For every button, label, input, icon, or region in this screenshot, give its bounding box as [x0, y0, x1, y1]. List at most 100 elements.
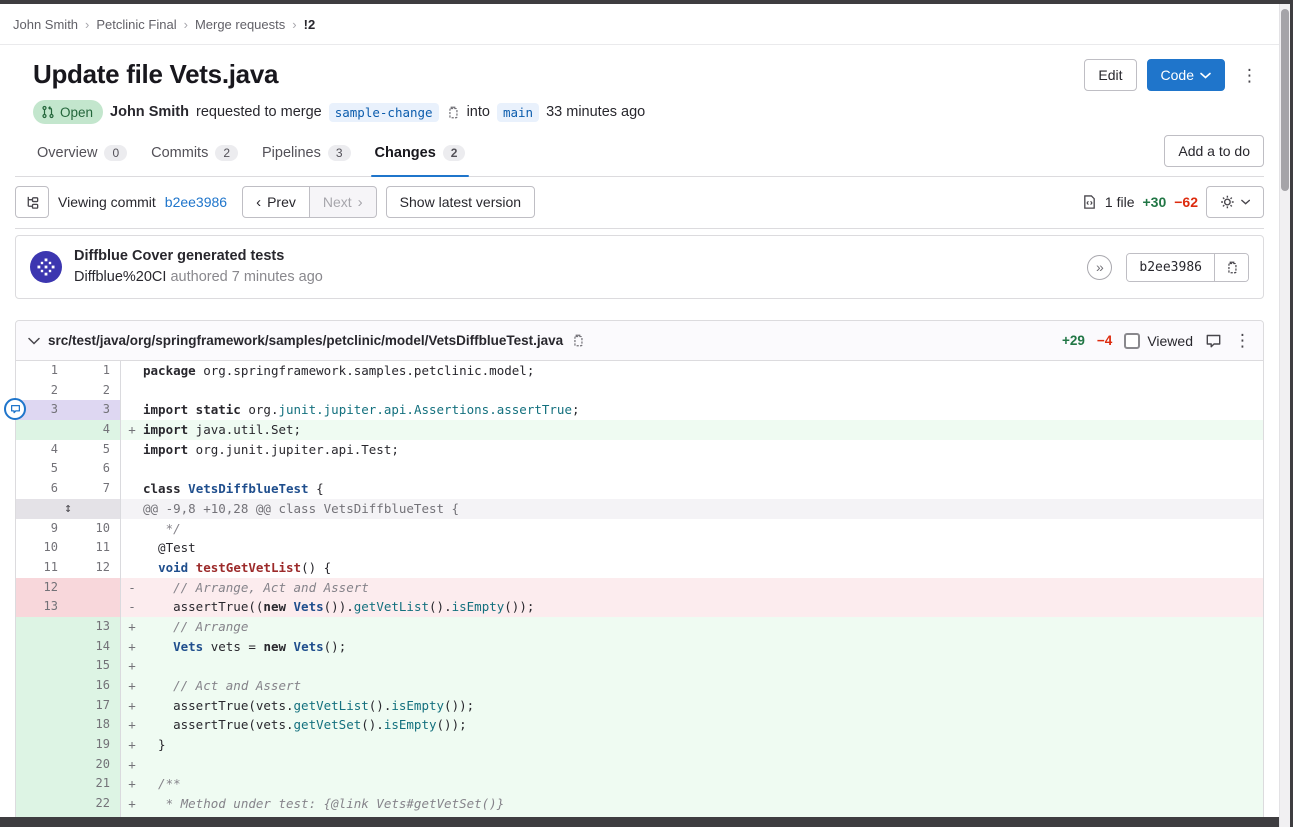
breadcrumb-item-project[interactable]: Petclinic Final: [96, 17, 176, 32]
old-line-number[interactable]: [16, 617, 68, 637]
expand-lines-button[interactable]: ↕: [16, 499, 120, 519]
old-line-number[interactable]: 12: [16, 578, 68, 598]
code-token: isEmpty: [452, 599, 505, 614]
old-line-number[interactable]: [16, 794, 68, 814]
old-line-number[interactable]: [16, 696, 68, 716]
code-token: ());: [504, 599, 534, 614]
old-line-number[interactable]: 2: [16, 381, 68, 401]
tab-count-badge: 0: [104, 145, 127, 161]
old-line-number[interactable]: [16, 735, 68, 755]
code-token: @Test: [143, 540, 196, 555]
old-line-number[interactable]: 5: [16, 459, 68, 479]
more-actions-button[interactable]: ⋮: [1235, 59, 1264, 91]
old-line-number[interactable]: [16, 676, 68, 696]
commit-title[interactable]: Diffblue Cover generated tests: [74, 246, 323, 267]
new-line-number[interactable]: 18: [68, 715, 120, 735]
expand-commit-button[interactable]: »: [1087, 255, 1112, 280]
new-line-number[interactable]: 5: [68, 440, 120, 460]
new-line-number[interactable]: 20: [68, 755, 120, 775]
source-branch-chip[interactable]: sample-change: [329, 103, 439, 122]
diff-match-text: @@ -9,8 +10,28 @@ class VetsDiffblueTest…: [120, 499, 1263, 519]
old-line-number[interactable]: [16, 755, 68, 775]
new-line-number[interactable]: 10: [68, 519, 120, 539]
tab-pipelines[interactable]: Pipelines 3: [250, 132, 363, 176]
breadcrumb-item-merge-requests[interactable]: Merge requests: [195, 17, 285, 32]
scrollbar-thumb[interactable]: [1281, 9, 1289, 191]
old-line-number[interactable]: 13: [16, 597, 68, 617]
commit-authored-text: authored 7 minutes ago: [170, 269, 322, 285]
new-line-number[interactable]: 14: [68, 637, 120, 657]
tab-overview[interactable]: Overview 0: [25, 132, 139, 176]
file-tree-toggle-button[interactable]: [15, 186, 49, 218]
diff-code-line: +: [120, 755, 1263, 775]
old-line-number[interactable]: [16, 420, 68, 440]
code-text: // Act and Assert: [143, 676, 301, 696]
new-line-number[interactable]: 12: [68, 558, 120, 578]
into-text: into: [467, 104, 490, 120]
new-line-number[interactable]: 7: [68, 479, 120, 499]
file-options-button[interactable]: ⋮: [1234, 332, 1251, 349]
new-line-number[interactable]: 4: [68, 420, 120, 440]
old-line-number[interactable]: 10: [16, 538, 68, 558]
commit-author[interactable]: Diffblue%20CI: [74, 269, 166, 285]
new-line-number[interactable]: 17: [68, 696, 120, 716]
breadcrumb-item-mr-id[interactable]: !2: [304, 17, 316, 32]
old-line-number[interactable]: [16, 715, 68, 735]
commit-sha-link[interactable]: b2ee3986: [165, 194, 227, 210]
old-line-number[interactable]: 4: [16, 440, 68, 460]
old-line-number[interactable]: 1: [16, 361, 68, 381]
diff-marker: [121, 558, 143, 578]
avatar[interactable]: [30, 251, 62, 283]
copy-branch-button[interactable]: [446, 105, 460, 120]
target-branch-chip[interactable]: main: [497, 103, 539, 122]
scrollbar-track[interactable]: [1279, 4, 1290, 827]
new-line-number[interactable]: 16: [68, 676, 120, 696]
diff-settings-button[interactable]: [1206, 186, 1264, 218]
code-button[interactable]: Code: [1147, 59, 1225, 91]
add-todo-button[interactable]: Add a to do: [1164, 135, 1264, 167]
comment-icon[interactable]: [1205, 333, 1222, 349]
old-line-number[interactable]: 9: [16, 519, 68, 539]
tab-changes[interactable]: Changes 2: [363, 132, 478, 176]
diff-marker: +: [121, 715, 143, 735]
prev-commit-button[interactable]: ‹ Prev: [242, 186, 310, 218]
chevron-down-icon[interactable]: [28, 337, 40, 345]
code-token: [143, 639, 173, 654]
copy-file-path-button[interactable]: [571, 333, 585, 348]
diff-row: 910 */: [16, 519, 1263, 539]
new-line-number[interactable]: 19: [68, 735, 120, 755]
new-line-number[interactable]: 21: [68, 774, 120, 794]
mr-author[interactable]: John Smith: [110, 104, 189, 120]
new-line-number[interactable]: 3: [68, 400, 120, 420]
old-line-number[interactable]: 6: [16, 479, 68, 499]
old-line-number[interactable]: [16, 656, 68, 676]
new-line-number[interactable]: 22: [68, 794, 120, 814]
old-line-number[interactable]: [16, 637, 68, 657]
next-commit-button[interactable]: Next ›: [310, 186, 377, 218]
code-token: import static: [143, 402, 241, 417]
chevron-down-icon: [1241, 199, 1250, 205]
old-line-number[interactable]: 11: [16, 558, 68, 578]
code-text: void testGetVetList() {: [143, 558, 331, 578]
new-line-number[interactable]: 13: [68, 617, 120, 637]
code-token: ().: [369, 698, 392, 713]
new-line-number[interactable]: 6: [68, 459, 120, 479]
show-latest-version-button[interactable]: Show latest version: [386, 186, 535, 218]
tab-commits[interactable]: Commits 2: [139, 132, 250, 176]
new-line-number[interactable]: [68, 597, 120, 617]
diff-code-line: + assertTrue(vets.getVetSet().isEmpty())…: [120, 715, 1263, 735]
breadcrumb-item-user[interactable]: John Smith: [13, 17, 78, 32]
new-line-number[interactable]: 1: [68, 361, 120, 381]
viewed-checkbox[interactable]: [1124, 333, 1140, 349]
edit-button[interactable]: Edit: [1084, 59, 1136, 91]
code-token: new: [263, 599, 286, 614]
new-line-number[interactable]: 15: [68, 656, 120, 676]
diff-marker: -: [121, 578, 143, 598]
file-path[interactable]: src/test/java/org/springframework/sample…: [48, 333, 563, 348]
new-line-number[interactable]: 2: [68, 381, 120, 401]
old-line-number[interactable]: [16, 774, 68, 794]
new-line-number[interactable]: 11: [68, 538, 120, 558]
new-line-number[interactable]: [68, 578, 120, 598]
copy-sha-button[interactable]: [1214, 254, 1248, 281]
diff-marker: [121, 519, 143, 539]
